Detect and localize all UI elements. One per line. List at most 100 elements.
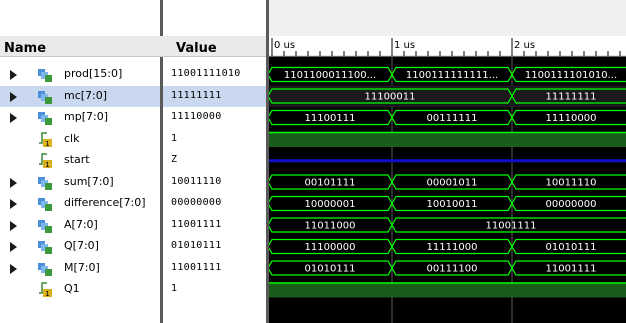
expand-arrow-icon[interactable] <box>10 220 17 231</box>
bit-high-fill <box>269 283 626 298</box>
name-column-header[interactable]: Name <box>4 41 46 56</box>
bus-icon <box>38 67 53 82</box>
signal-name: Q[7:0] <box>64 239 99 252</box>
signal-value: 11001111 <box>171 261 222 273</box>
bus-value-label: 10000001 <box>305 199 356 210</box>
signal-name-cell[interactable]: 1 Q1 <box>0 279 160 300</box>
signal-value: 01010111 <box>171 240 222 251</box>
signal-value-cell[interactable]: 11001111 <box>163 215 266 236</box>
signal-value: 1 <box>171 132 178 144</box>
signal-value: 11001111010 <box>171 68 241 79</box>
signal-value-cell[interactable]: 1 <box>163 279 266 300</box>
signal-value: 11111111 <box>171 89 222 101</box>
signal-row[interactable]: 1 clk 1 <box>0 129 266 150</box>
bus-value-label: 01010111 <box>305 264 356 275</box>
bus-value-label: 11111000 <box>427 242 478 253</box>
signal-row[interactable]: M[7:0] 11001111 <box>0 258 266 279</box>
signal-value: 1 <box>171 283 178 294</box>
signal-row[interactable]: mc[7:0] 11111111 <box>0 85 266 107</box>
signal-name: mc[7:0] <box>64 88 108 102</box>
signal-value-cell[interactable]: 11110000 <box>163 107 266 128</box>
signal-name: sum[7:0] <box>64 174 114 188</box>
signal-name-cell[interactable]: sum[7:0] <box>0 172 160 193</box>
signal-row[interactable]: difference[7:0] 00000000 <box>0 193 266 214</box>
bus-value-label: 00111111 <box>427 113 478 124</box>
signal-value: Z <box>171 154 178 165</box>
signal-name: start <box>64 153 90 166</box>
signal-name-cell[interactable]: M[7:0] <box>0 258 160 279</box>
signal-value-cell[interactable]: 10011110 <box>163 172 266 193</box>
bus-value-label: 11100011 <box>365 92 416 103</box>
bus-value-label: 11001111 <box>486 221 537 232</box>
signal-value: 00000000 <box>171 197 222 208</box>
expand-arrow-icon[interactable] <box>10 70 17 80</box>
signal-name-cell[interactable]: 1 start <box>0 150 160 171</box>
signal-name: mp[7:0] <box>64 110 108 123</box>
bus-value-label: 11011000 <box>305 221 356 232</box>
value-column-header[interactable]: Value <box>176 41 217 56</box>
signal-name: difference[7:0] <box>64 196 146 209</box>
signal-value-cell[interactable]: 01010111 <box>163 236 266 257</box>
signal-name-cell[interactable]: mc[7:0] <box>0 85 160 107</box>
signal-name: clk <box>64 131 80 145</box>
signal-name-cell[interactable]: 1 clk <box>0 129 160 150</box>
signal-name-cell[interactable]: A[7:0] <box>0 215 160 236</box>
signal-value: 10011110 <box>171 175 222 187</box>
bus-value-label: 11110000 <box>546 113 597 124</box>
bus-icon <box>38 175 53 190</box>
bus-value-label: 00101111 <box>305 178 356 189</box>
bit-high-fill <box>269 132 626 147</box>
signal-name: Q1 <box>64 282 80 295</box>
bit-icon: 1 <box>38 281 53 298</box>
expand-arrow-icon[interactable] <box>10 242 17 252</box>
signal-row[interactable]: A[7:0] 11001111 <box>0 215 266 236</box>
expand-arrow-icon[interactable] <box>10 177 17 188</box>
signal-row[interactable]: mp[7:0] 11110000 <box>0 107 266 128</box>
signal-name-cell[interactable]: difference[7:0] <box>0 193 160 214</box>
bus-icon <box>38 218 53 233</box>
signal-row[interactable]: 1 Q1 1 <box>0 279 266 300</box>
waveform-canvas[interactable]: 0 us 1 us 2 us1101100011100... 110011111111… <box>269 36 626 323</box>
signal-name-cell[interactable]: Q[7:0] <box>0 236 160 257</box>
bus-value-label: 01010111 <box>546 242 597 253</box>
signal-value-cell[interactable]: 1 <box>163 129 266 150</box>
expand-arrow-icon[interactable] <box>10 263 17 274</box>
signal-name-cell[interactable]: mp[7:0] <box>0 107 160 128</box>
bus-icon <box>38 261 53 276</box>
expand-arrow-icon[interactable] <box>10 199 17 209</box>
signal-row[interactable]: sum[7:0] 10011110 <box>0 172 266 193</box>
signal-row[interactable]: prod[15:0] 11001111010 <box>0 64 266 85</box>
signal-row[interactable]: Q[7:0] 01010111 <box>0 236 266 257</box>
signal-name: A[7:0] <box>64 217 98 231</box>
bus-value-label: 1101100011100... <box>284 70 376 81</box>
bus-value-label: 10011110 <box>546 178 597 189</box>
signal-value-cell[interactable]: Z <box>163 150 266 171</box>
bus-value-label: 11100000 <box>305 242 356 253</box>
bus-value-label: 11111111 <box>546 92 597 103</box>
signal-name-cell[interactable]: prod[15:0] <box>0 64 160 85</box>
time-label: 2 us <box>514 40 535 51</box>
expand-arrow-icon[interactable] <box>10 91 17 102</box>
bus-value-label: 1100111111111... <box>406 70 498 81</box>
expand-arrow-icon[interactable] <box>10 113 17 123</box>
waveform-panel[interactable]: 0 us 1 us 2 us 1101100011100... 110011111111… <box>269 36 626 323</box>
bus-value-label: 00111100 <box>427 264 478 275</box>
signal-row[interactable]: 1 start Z <box>0 150 266 171</box>
signal-name: prod[15:0] <box>64 67 123 80</box>
bus-value-label: 11100111 <box>305 113 356 124</box>
bit-icon: 1 <box>38 152 53 169</box>
bus-icon <box>38 239 53 254</box>
svg-text:1: 1 <box>45 140 49 147</box>
signal-value-cell[interactable]: 11001111 <box>163 258 266 279</box>
signal-value: 11001111 <box>171 218 222 230</box>
bus-icon <box>38 196 53 211</box>
signal-name: M[7:0] <box>64 260 100 274</box>
bus-value-label: 1100111101010... <box>525 70 617 81</box>
signal-value-cell[interactable]: 11001111010 <box>163 64 266 85</box>
waveform-viewer: Name Value prod[15:0] 11001111010 mc[7:0] 1… <box>0 0 626 323</box>
svg-text:1: 1 <box>45 161 49 168</box>
time-label: 1 us <box>394 40 415 51</box>
signal-value: 11110000 <box>171 111 222 122</box>
signal-value-cell[interactable]: 11111111 <box>163 85 266 107</box>
signal-value-cell[interactable]: 00000000 <box>163 193 266 214</box>
